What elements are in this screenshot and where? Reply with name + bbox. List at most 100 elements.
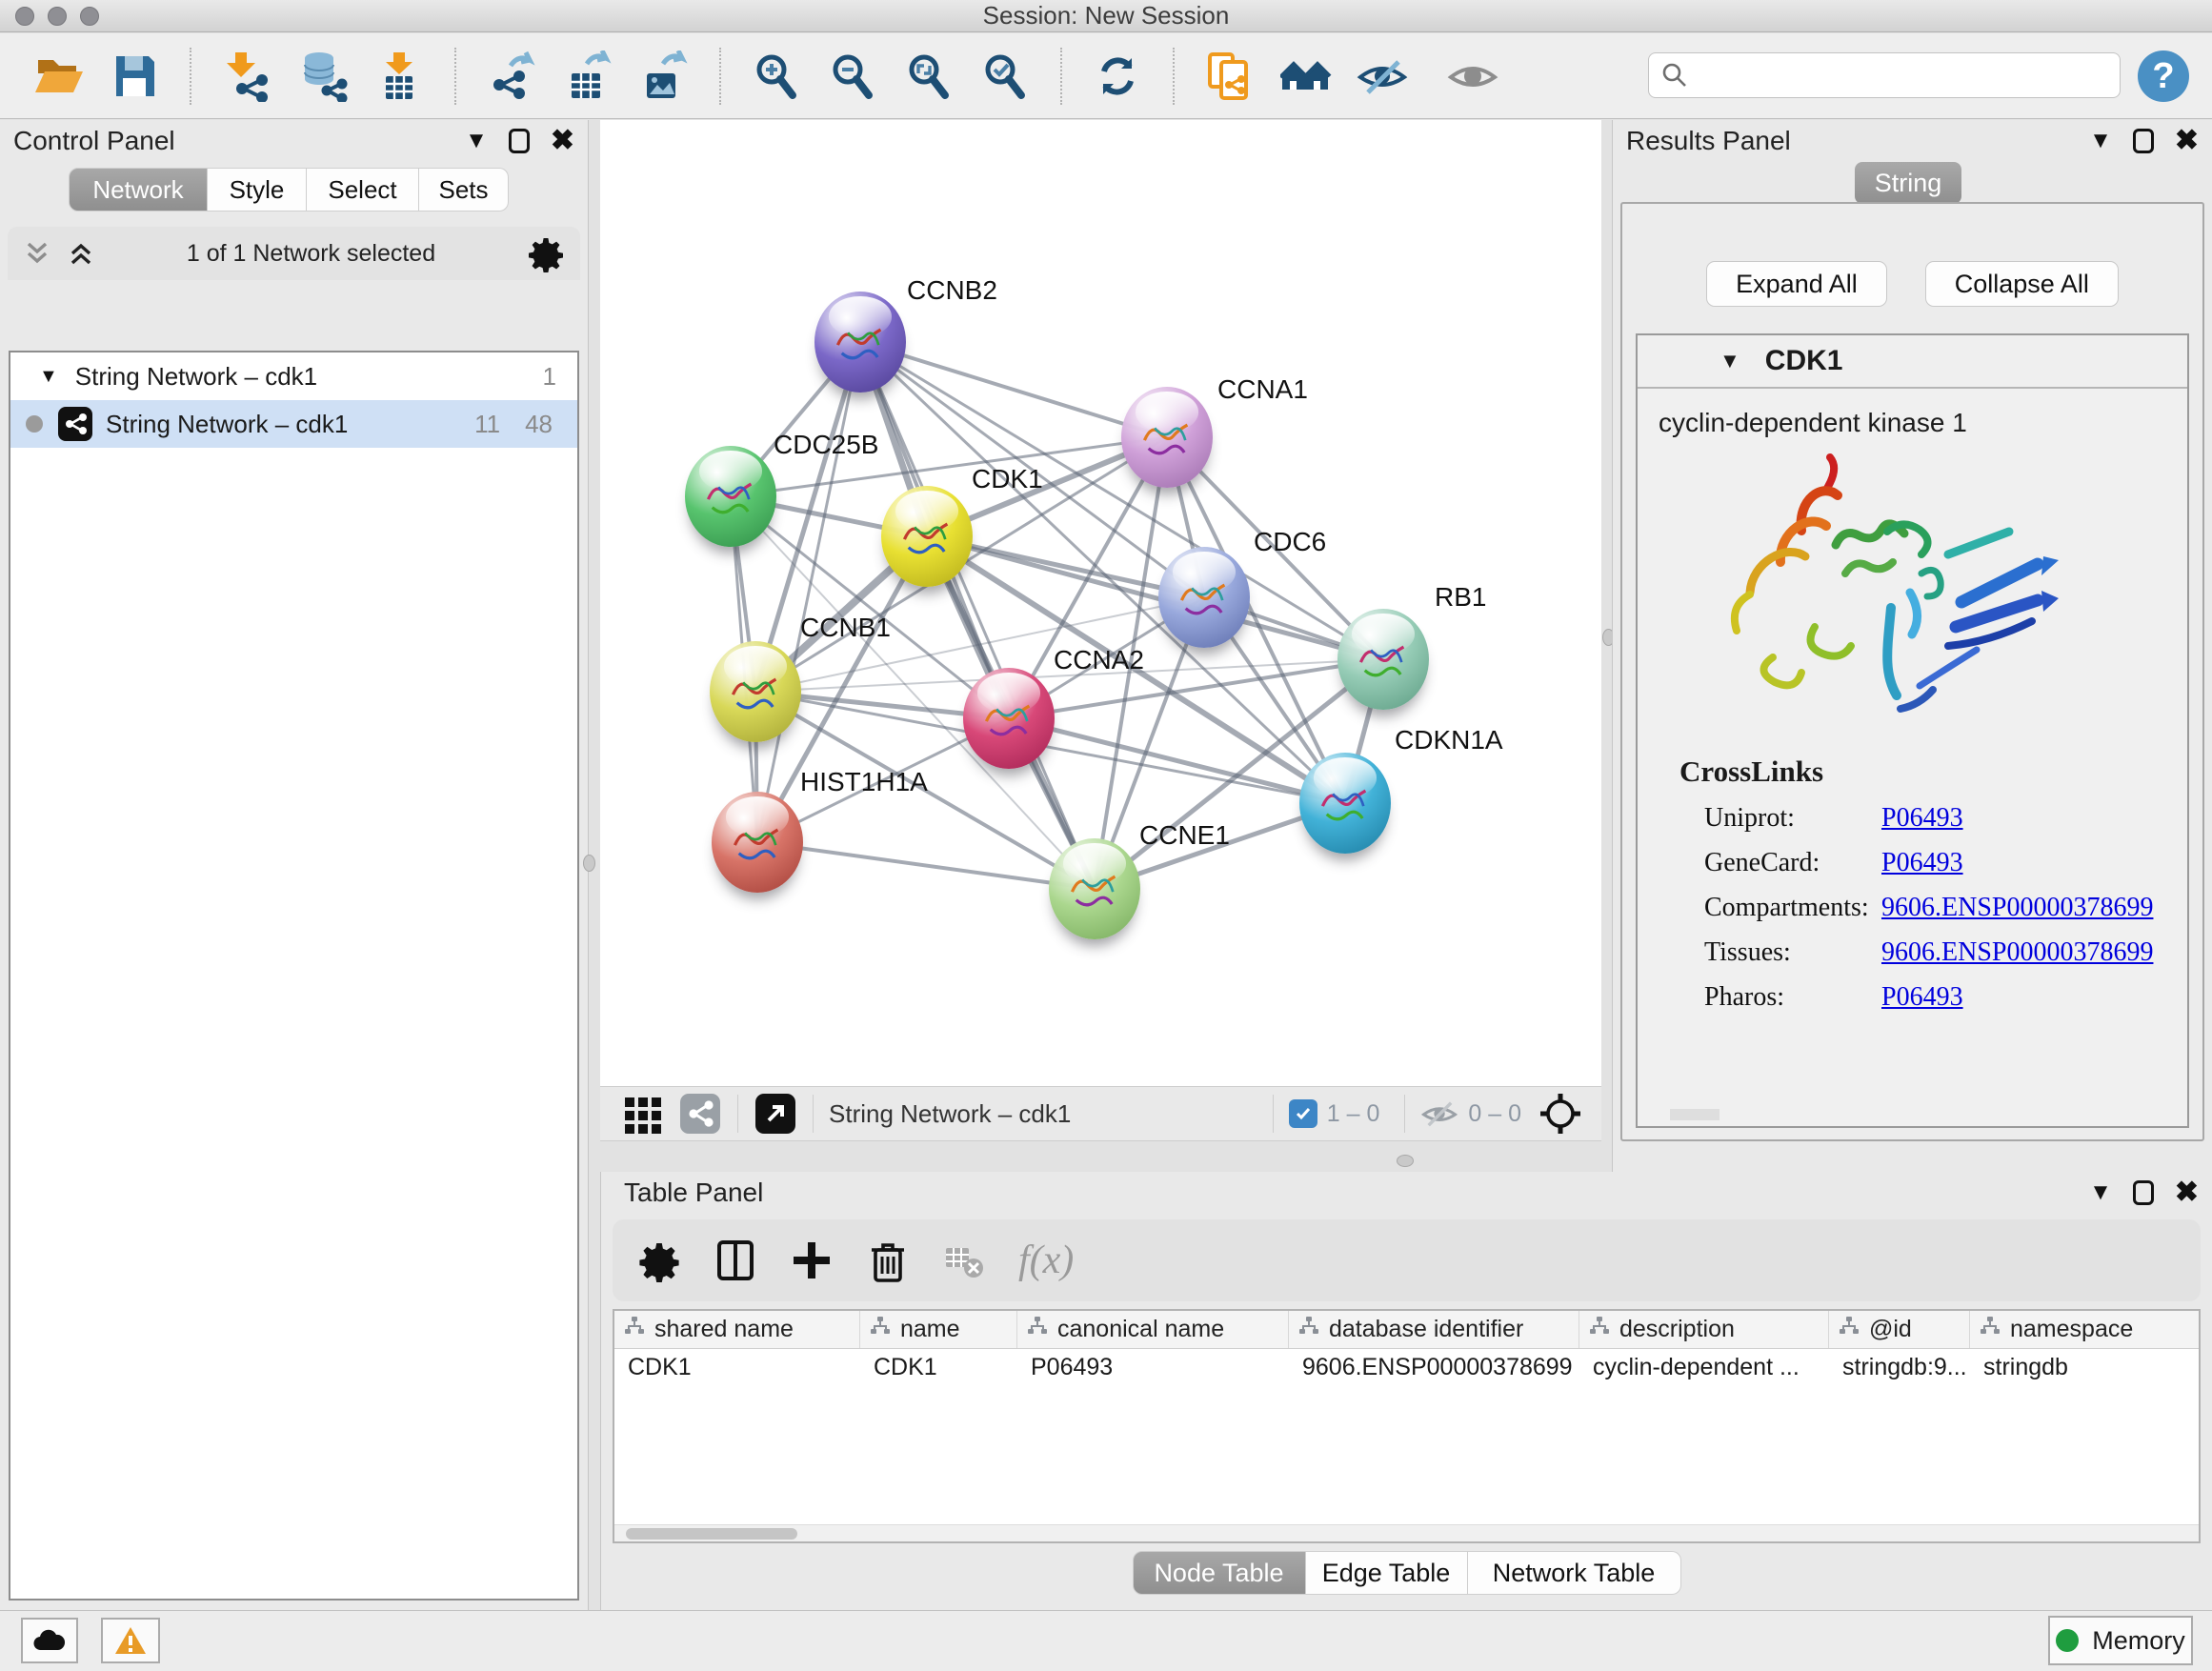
import-network-from-database-icon[interactable] (297, 50, 349, 102)
table-cell[interactable]: CDK1 (860, 1349, 1017, 1387)
zoom-out-icon[interactable] (827, 50, 878, 102)
table-cell[interactable]: CDK1 (614, 1349, 860, 1387)
hide-selected-eye-icon[interactable] (1357, 50, 1408, 102)
tree-row[interactable]: ▼String Network – cdk11 (10, 352, 577, 400)
tree-expander-icon[interactable]: ▼ (39, 366, 58, 388)
float-panel-icon[interactable] (509, 129, 530, 153)
warning-button[interactable] (101, 1618, 160, 1663)
table-cell[interactable]: P06493 (1017, 1349, 1289, 1387)
refresh-icon[interactable] (1092, 50, 1143, 102)
show-columns-icon[interactable] (714, 1238, 757, 1282)
table-settings-gear-icon[interactable] (637, 1238, 681, 1282)
tab-edge-table[interactable]: Edge Table (1306, 1551, 1468, 1595)
close-panel-icon[interactable]: ✖ (551, 127, 574, 155)
results-scrollbar-thumb[interactable] (1670, 1109, 1719, 1120)
network-edge[interactable] (860, 342, 1167, 437)
help-button[interactable]: ? (2138, 50, 2189, 102)
selected-nodes-checkbox[interactable] (1289, 1099, 1317, 1128)
import-network-icon[interactable] (221, 50, 272, 102)
open-in-new-window-icon[interactable] (754, 1092, 797, 1136)
import-table-icon[interactable] (373, 50, 425, 102)
collapse-panel-icon[interactable]: ▼ (2089, 128, 2112, 154)
horizontal-splitter-handle[interactable] (1397, 1155, 1414, 1167)
add-column-icon[interactable] (790, 1238, 834, 1282)
table-cell[interactable]: stringdb:9... (1829, 1349, 1970, 1387)
table-row[interactable]: CDK1CDK1P064939606.ENSP00000378699cyclin… (614, 1349, 2199, 1387)
node-CCNE1[interactable] (1049, 838, 1140, 939)
export-network-icon[interactable] (486, 50, 537, 102)
crosslink-link[interactable]: P06493 (1881, 848, 1963, 878)
warning-icon (113, 1625, 148, 1656)
tab-network[interactable]: Network (69, 168, 208, 211)
chevron-down-icon[interactable]: ▼ (1719, 349, 1740, 373)
column-header-database-identifier[interactable]: database identifier (1289, 1311, 1579, 1348)
close-panel-icon[interactable]: ✖ (2175, 127, 2199, 155)
expand-all-icon[interactable] (67, 238, 95, 269)
gene-card-header[interactable]: ▼ CDK1 (1638, 335, 2187, 389)
crosslink-link[interactable]: 9606.ENSP00000378699 (1881, 937, 2153, 968)
crosslink-link[interactable]: 9606.ENSP00000378699 (1881, 893, 2153, 923)
network-edge[interactable] (860, 342, 1095, 889)
left-splitter-handle[interactable] (583, 855, 595, 872)
tab-select[interactable]: Select (307, 168, 419, 211)
open-session-icon[interactable] (32, 50, 84, 102)
node-HIST1H1A[interactable] (712, 792, 803, 893)
zoom-fit-icon[interactable] (903, 50, 955, 102)
column-header-namespace[interactable]: namespace (1970, 1311, 2201, 1348)
column-header-canonical-name[interactable]: canonical name (1017, 1311, 1289, 1348)
column-header-name[interactable]: name (860, 1311, 1017, 1348)
collapse-all-button[interactable]: Collapse All (1925, 261, 2119, 307)
node-CCNA2[interactable] (963, 668, 1055, 769)
close-panel-icon[interactable]: ✖ (2175, 1178, 2199, 1207)
column-header-shared-name[interactable]: shared name (614, 1311, 860, 1348)
float-panel-icon[interactable] (2133, 129, 2154, 153)
show-all-eye-icon[interactable] (1447, 50, 1498, 102)
node-CDKN1A[interactable] (1299, 753, 1391, 854)
search-input[interactable] (1699, 61, 2099, 91)
table-cell[interactable]: stringdb (1970, 1349, 2201, 1387)
save-session-icon[interactable] (109, 50, 160, 102)
crosslink-link[interactable]: P06493 (1881, 982, 1963, 1013)
network-edge[interactable] (757, 842, 1095, 889)
node-CCNB2[interactable] (814, 292, 906, 393)
export-table-icon[interactable] (562, 50, 613, 102)
node-CDC25B[interactable] (685, 446, 776, 547)
delete-column-trash-icon[interactable] (866, 1238, 910, 1282)
zoom-in-icon[interactable] (751, 50, 802, 102)
collapse-panel-icon[interactable]: ▼ (465, 128, 488, 154)
search-field[interactable] (1648, 52, 2121, 98)
tab-network-table[interactable]: Network Table (1468, 1551, 1681, 1595)
tab-sets[interactable]: Sets (419, 168, 509, 211)
tab-style[interactable]: Style (208, 168, 307, 211)
expand-all-button[interactable]: Expand All (1706, 261, 1887, 307)
zoom-selected-icon[interactable] (979, 50, 1031, 102)
collapse-all-icon[interactable] (23, 238, 51, 269)
table-horizontal-scrollbar[interactable] (614, 1524, 2199, 1541)
node-CCNA1[interactable] (1121, 387, 1213, 488)
network-share-icon[interactable] (678, 1092, 722, 1136)
table-cell[interactable]: 9606.ENSP00000378699 (1289, 1349, 1579, 1387)
birds-eye-view-icon[interactable] (1538, 1092, 1582, 1136)
home-icon[interactable] (1280, 50, 1332, 102)
table-cell[interactable]: cyclin-dependent ... (1579, 1349, 1829, 1387)
grid-view-icon[interactable] (621, 1092, 665, 1136)
cloud-button[interactable] (21, 1618, 78, 1663)
crosslink-link[interactable]: P06493 (1881, 803, 1963, 834)
node-CDC6[interactable] (1158, 547, 1250, 648)
gear-icon[interactable] (527, 234, 565, 272)
float-panel-icon[interactable] (2133, 1180, 2154, 1205)
clone-network-icon[interactable] (1204, 50, 1256, 102)
column-header--id[interactable]: @id (1829, 1311, 1970, 1348)
scrollbar-thumb[interactable] (626, 1528, 797, 1540)
collapse-panel-icon[interactable]: ▼ (2089, 1179, 2112, 1206)
network-view[interactable]: CCNB2CCNA1CDC25BCDK1CDC6RB1CCNB1CCNA2CDK… (600, 120, 1601, 1086)
node-CDK1[interactable] (881, 486, 973, 587)
tree-row[interactable]: String Network – cdk11148 (10, 400, 577, 448)
node-RB1[interactable] (1337, 609, 1429, 710)
export-image-icon[interactable] (638, 50, 690, 102)
node-CCNB1[interactable] (710, 641, 801, 742)
memory-button[interactable]: Memory (2048, 1616, 2193, 1665)
tab-node-table[interactable]: Node Table (1133, 1551, 1306, 1595)
column-header-description[interactable]: description (1579, 1311, 1829, 1348)
tab-string[interactable]: String (1855, 162, 1961, 204)
